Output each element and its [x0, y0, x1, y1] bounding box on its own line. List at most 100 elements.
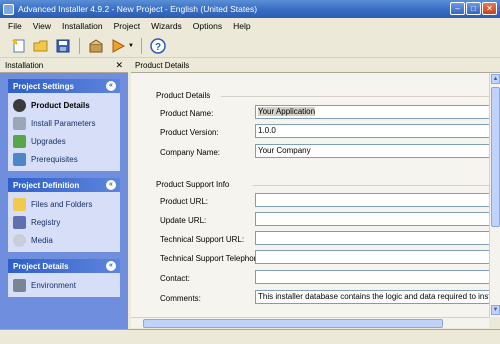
- product-details-page: Product Details Product Name: Your Appli…: [131, 73, 489, 317]
- environment-icon: [13, 278, 26, 292]
- group-header[interactable]: Project Definition «: [8, 178, 120, 192]
- field-label: Technical Support Telephone:: [160, 254, 265, 263]
- horizontal-scroll-thumb[interactable]: [143, 319, 443, 328]
- scroll-up-icon[interactable]: ▲: [491, 74, 500, 84]
- main-pane-header: Product Details: [131, 59, 500, 73]
- technical-support-url-field[interactable]: [255, 231, 489, 245]
- nav-item-label: Product Details: [31, 100, 90, 110]
- update-url-field[interactable]: [255, 212, 489, 226]
- window-controls: – □ ✕: [450, 2, 497, 15]
- group-project-settings: Project Settings « Product Details Insta…: [8, 79, 120, 171]
- comments-field[interactable]: This installer database contains the log…: [255, 290, 489, 304]
- run-icon: [112, 38, 126, 53]
- menu-file[interactable]: File: [8, 21, 22, 31]
- nav-item-product-details[interactable]: Product Details: [13, 96, 116, 114]
- product-name-field[interactable]: Your Application: [255, 105, 489, 119]
- section-divider: [253, 185, 489, 186]
- product-url-field[interactable]: [255, 193, 489, 207]
- group-title: Project Settings: [13, 81, 74, 91]
- field-label: Technical Support URL:: [160, 235, 245, 244]
- media-icon: [13, 233, 26, 247]
- folder-icon: [13, 197, 26, 211]
- group-header[interactable]: Project Settings «: [8, 79, 120, 93]
- open-project-button[interactable]: [32, 37, 50, 55]
- run-dropdown-arrow-icon[interactable]: ▼: [128, 43, 134, 49]
- window-title: Advanced Installer 4.9.2 - New Project -…: [18, 4, 258, 14]
- maximize-button[interactable]: □: [466, 2, 481, 15]
- nav-item-label: Upgrades: [31, 136, 66, 146]
- menu-wizards[interactable]: Wizards: [151, 21, 182, 31]
- help-icon: ?: [150, 37, 166, 54]
- section-title: Product Details: [156, 91, 211, 100]
- group-title: Project Details: [13, 261, 69, 271]
- collapse-icon[interactable]: «: [106, 261, 116, 271]
- menu-project[interactable]: Project: [114, 21, 140, 31]
- group-project-definition: Project Definition « Files and Folders R…: [8, 178, 120, 252]
- field-label: Company Name:: [160, 148, 221, 157]
- title-bar: Advanced Installer 4.9.2 - New Project -…: [0, 0, 500, 18]
- vertical-scrollbar[interactable]: ▲ ▼: [489, 73, 500, 317]
- nav-item-upgrades[interactable]: Upgrades: [13, 132, 116, 150]
- field-value: Your Application: [258, 107, 316, 116]
- menu-help[interactable]: Help: [233, 21, 250, 31]
- new-icon: [12, 38, 25, 52]
- field-label: Contact:: [160, 274, 190, 283]
- minimize-button[interactable]: –: [450, 2, 465, 15]
- nav-item-label: Media: [31, 235, 53, 245]
- menu-options[interactable]: Options: [193, 21, 222, 31]
- save-icon: [56, 39, 70, 52]
- nav-item-label: Install Parameters: [31, 118, 96, 128]
- collapse-icon[interactable]: «: [106, 180, 116, 190]
- registry-icon: [13, 215, 26, 229]
- company-name-field[interactable]: Your Company: [255, 144, 489, 158]
- nav-item-label: Prerequisites: [31, 154, 78, 164]
- toolbar-separator: [140, 37, 142, 54]
- build-button[interactable]: [87, 37, 105, 55]
- nav-item-media[interactable]: Media: [13, 231, 116, 249]
- nav-item-files-and-folders[interactable]: Files and Folders: [13, 195, 116, 213]
- help-button[interactable]: ?: [149, 37, 167, 55]
- group-project-details: Project Details « Environment: [8, 259, 120, 297]
- toolbar-separator: [79, 37, 80, 54]
- nav-item-prerequisites[interactable]: Prerequisites: [13, 150, 116, 168]
- left-pane-title: Installation: [5, 61, 44, 70]
- run-button[interactable]: [109, 37, 127, 55]
- save-project-button[interactable]: [54, 37, 72, 55]
- left-pane-header: Installation ✕: [0, 59, 128, 73]
- close-pane-icon[interactable]: ✕: [115, 60, 123, 71]
- nav-item-environment[interactable]: Environment: [13, 276, 116, 294]
- open-icon: [33, 40, 48, 51]
- contact-field[interactable]: [255, 270, 489, 284]
- field-label: Product URL:: [160, 197, 209, 206]
- app-icon: [3, 3, 14, 15]
- new-project-button[interactable]: [10, 37, 28, 55]
- menu-installation[interactable]: Installation: [62, 21, 103, 31]
- horizontal-scrollbar[interactable]: [131, 317, 489, 328]
- scroll-down-icon[interactable]: ▼: [491, 305, 500, 315]
- build-icon: [89, 38, 103, 52]
- vertical-scroll-thumb[interactable]: [491, 87, 500, 227]
- section-title: Product Support Info: [156, 180, 230, 189]
- close-button[interactable]: ✕: [482, 2, 497, 15]
- install-parameters-icon: [13, 116, 26, 130]
- nav-item-install-parameters[interactable]: Install Parameters: [13, 114, 116, 132]
- nav-item-label: Files and Folders: [31, 199, 93, 209]
- menu-bar: File View Installation Project Wizards O…: [0, 18, 500, 34]
- main-pane-title: Product Details: [135, 61, 190, 70]
- field-label: Comments:: [160, 294, 201, 303]
- group-header[interactable]: Project Details «: [8, 259, 120, 273]
- status-bar: [0, 329, 500, 344]
- task-pane: Project Settings « Product Details Insta…: [0, 73, 128, 329]
- nav-item-registry[interactable]: Registry: [13, 213, 116, 231]
- prerequisites-icon: [13, 152, 26, 166]
- technical-support-telephone-field[interactable]: [255, 250, 489, 264]
- svg-text:?: ?: [155, 42, 161, 53]
- field-label: Product Version:: [160, 128, 219, 137]
- product-details-icon: [13, 98, 26, 112]
- toolbar: ▼ ?: [0, 34, 500, 58]
- collapse-icon[interactable]: «: [106, 81, 116, 91]
- field-label: Product Name:: [160, 109, 214, 118]
- product-version-field[interactable]: 1.0.0: [255, 124, 489, 138]
- menu-view[interactable]: View: [33, 21, 51, 31]
- nav-item-label: Registry: [31, 217, 61, 227]
